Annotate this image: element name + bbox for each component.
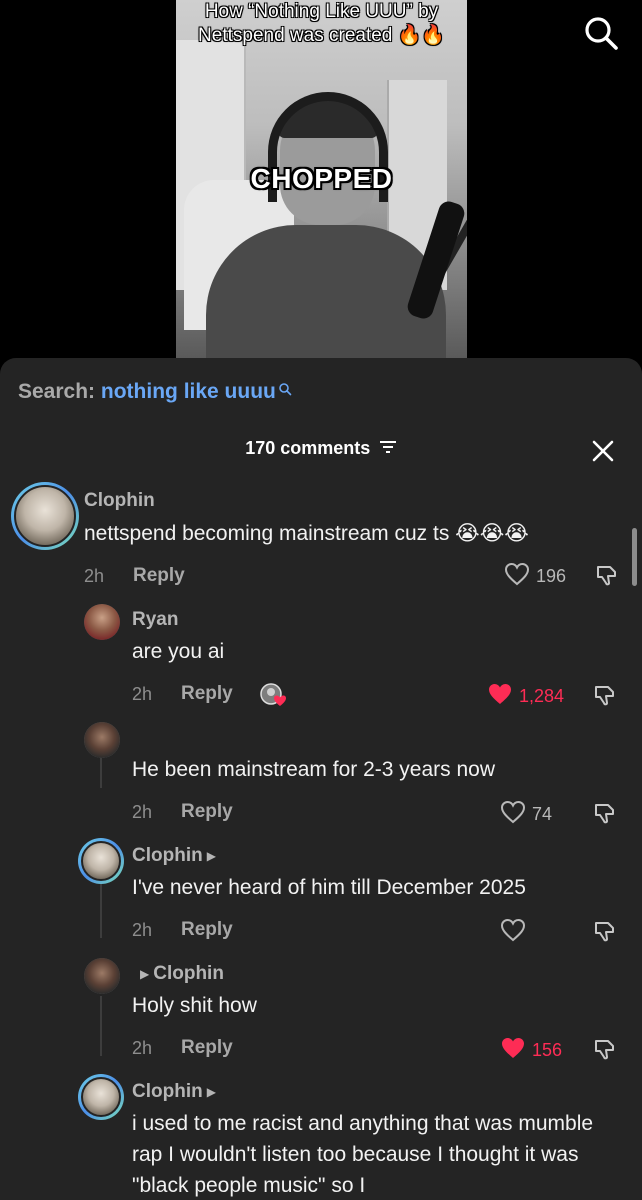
avatar[interactable] <box>84 722 120 758</box>
close-icon[interactable] <box>590 438 616 464</box>
reply-button[interactable]: Reply <box>133 565 185 587</box>
dislike-icon[interactable] <box>592 918 618 949</box>
reply-button[interactable]: Reply <box>181 1037 233 1059</box>
heart-outline-icon <box>500 918 526 947</box>
avatar[interactable] <box>84 604 120 640</box>
search-label: Search: <box>18 380 96 403</box>
comment-time: 2h <box>132 802 153 822</box>
dislike-icon[interactable] <box>592 800 618 831</box>
username-text[interactable]: Clophin <box>132 845 203 866</box>
comment-item: He been mainstream for 2-3 years now 2h … <box>0 720 642 830</box>
avatar[interactable] <box>78 838 124 884</box>
comment-username[interactable]: Clophin <box>84 490 155 512</box>
like-count: 1,284 <box>519 686 565 706</box>
reply-arrow-icon: ▶ <box>140 966 150 981</box>
comment-item: Clophin nettspend becoming mainstream cu… <box>0 482 642 592</box>
like-button[interactable] <box>500 918 532 947</box>
video-player[interactable]: How “Nothing Like UUU” by Nettspend was … <box>0 0 642 380</box>
comments-header: 170 comments <box>0 438 642 468</box>
comment-text: nettspend becoming mainstream cuz ts 😭😭😭 <box>84 522 529 545</box>
comment-username[interactable]: Ryan <box>132 609 178 631</box>
comment-item: ▶ Clophin Holy shit how 2h Reply 156 <box>0 956 642 1066</box>
reply-button[interactable]: Reply <box>181 801 233 823</box>
comment-time: 2h <box>132 684 153 704</box>
like-button[interactable]: 156 <box>500 1036 562 1065</box>
like-count: 196 <box>536 566 567 586</box>
comment-text: He been mainstream for 2-3 years now <box>132 758 495 781</box>
comment-text: Holy shit how <box>132 994 257 1017</box>
heart-outline-icon <box>500 800 526 829</box>
video-person-body <box>206 225 446 358</box>
search-small-icon <box>278 378 292 402</box>
avatar[interactable] <box>84 958 120 994</box>
comment-time: 2h <box>84 566 105 586</box>
comment-item: Clophin ▶ i used to me racist and anythin… <box>0 1074 642 1200</box>
dislike-icon[interactable] <box>592 1036 618 1067</box>
comment-username[interactable]: ▶ Clophin <box>132 963 224 985</box>
comment-item: Clophin ▶ I've never heard of him till De… <box>0 838 642 948</box>
like-button[interactable]: 1,284 <box>487 682 564 711</box>
username-text[interactable]: Clophin <box>153 963 224 984</box>
comment-text: I've never heard of him till December 20… <box>132 876 526 899</box>
reply-button[interactable]: Reply <box>181 683 233 705</box>
comment-username[interactable]: Clophin ▶ <box>132 845 220 867</box>
dislike-icon[interactable] <box>592 682 618 713</box>
heart-filled-icon <box>487 682 513 711</box>
search-query[interactable]: nothing like uuuu <box>101 380 276 403</box>
comment-item: Ryan are you ai 2h Reply 1,284 <box>0 602 642 712</box>
heart-filled-icon <box>500 1036 526 1065</box>
search-icon[interactable] <box>582 14 622 54</box>
filter-icon[interactable] <box>379 438 397 459</box>
comments-sheet: Search: nothing like uuuu 170 comments C… <box>0 358 642 1200</box>
video-caption: CHOPPED <box>250 163 393 194</box>
comment-count: 170 comments <box>245 438 371 458</box>
like-count: 74 <box>532 804 553 824</box>
like-button[interactable]: 196 <box>504 562 566 591</box>
comment-time: 2h <box>132 920 153 940</box>
comment-username[interactable]: Clophin ▶ <box>132 1081 220 1103</box>
like-button[interactable]: 74 <box>500 800 552 829</box>
video-title: How “Nothing Like UUU” by Nettspend was … <box>198 1 445 46</box>
reply-arrow-icon: ▶ <box>206 1084 216 1099</box>
avatar[interactable] <box>11 482 79 550</box>
like-count: 156 <box>532 1040 563 1060</box>
username-text[interactable]: Clophin <box>132 1081 203 1102</box>
avatar[interactable] <box>78 1074 124 1120</box>
creator-liked-icon <box>260 682 288 706</box>
heart-outline-icon <box>504 562 530 591</box>
related-search-link[interactable]: Search: nothing like uuuu <box>18 380 292 404</box>
comment-text: i used to me racist and anything that wa… <box>132 1112 594 1197</box>
comment-text: are you ai <box>132 640 225 663</box>
reply-arrow-icon: ▶ <box>206 848 216 863</box>
dislike-icon[interactable] <box>594 562 620 593</box>
reply-button[interactable]: Reply <box>181 919 233 941</box>
comment-time: 2h <box>132 1038 153 1058</box>
